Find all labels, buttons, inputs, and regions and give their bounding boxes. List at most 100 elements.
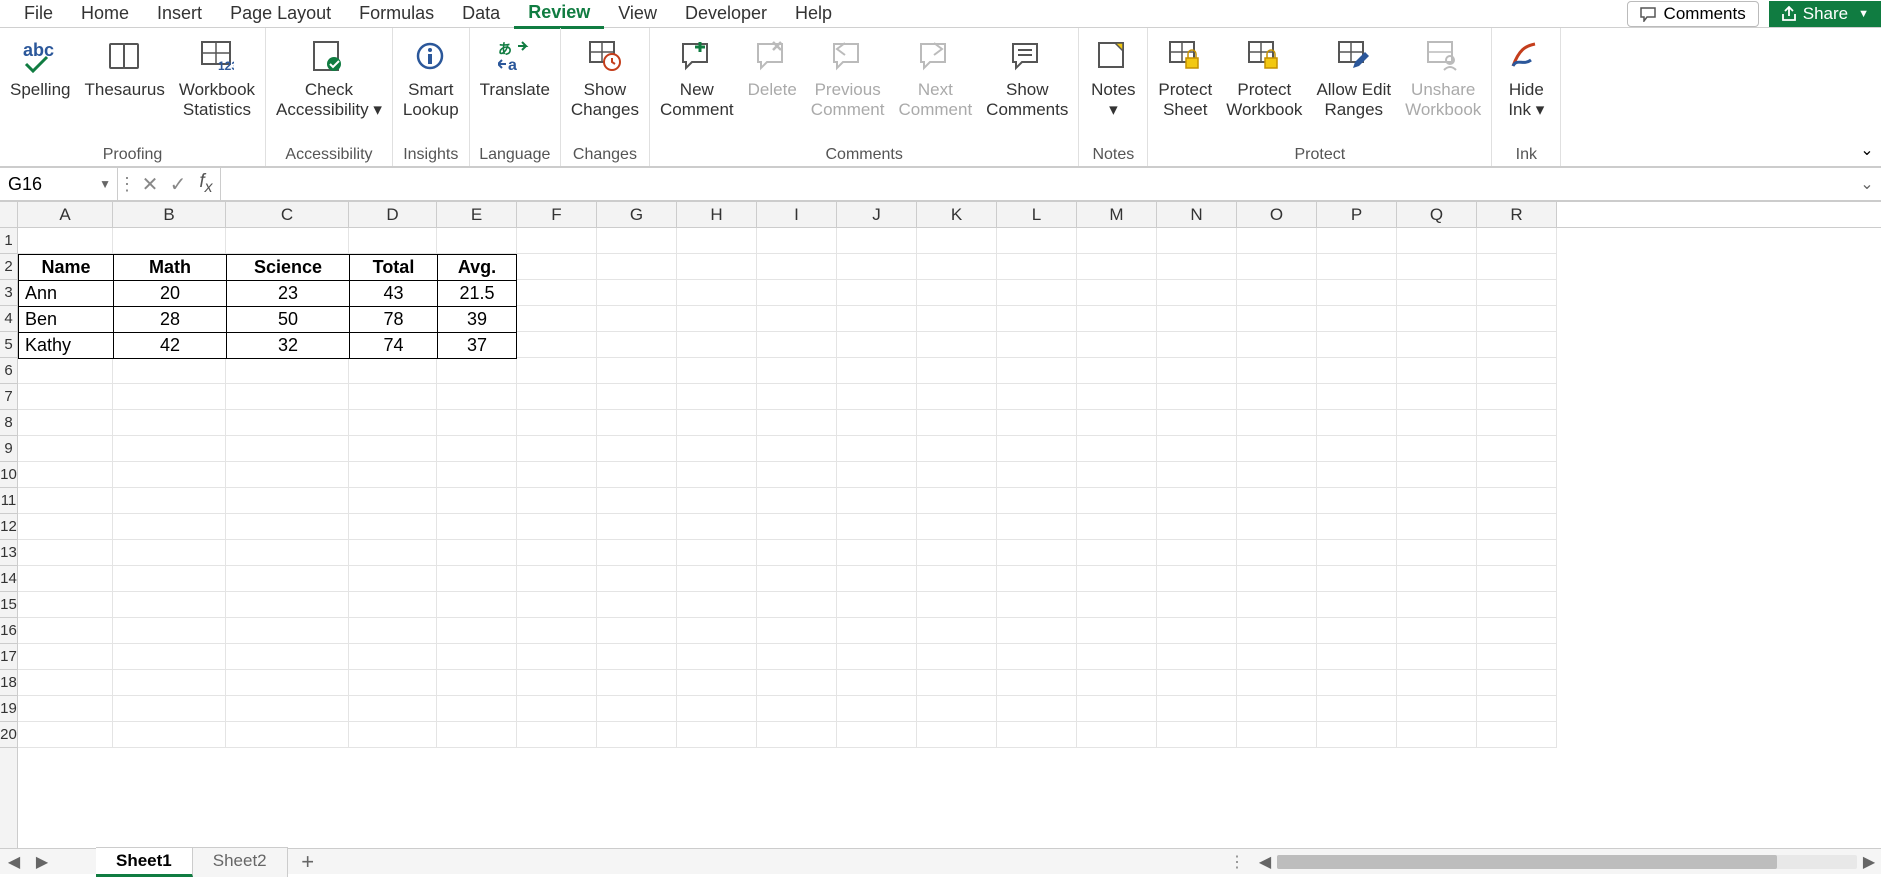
enter-formula-icon[interactable]: ✓ (164, 172, 192, 197)
cell-I17[interactable] (757, 644, 837, 670)
cell-P2[interactable] (1317, 254, 1397, 280)
row-header-11[interactable]: 11 (0, 488, 17, 514)
cell-E6[interactable] (437, 358, 517, 384)
cell-H16[interactable] (677, 618, 757, 644)
cell-C9[interactable] (226, 436, 349, 462)
cell-E11[interactable] (437, 488, 517, 514)
horizontal-scrollbar-thumb[interactable] (1277, 855, 1777, 869)
cell-J12[interactable] (837, 514, 917, 540)
cell-E18[interactable] (437, 670, 517, 696)
cell-R11[interactable] (1477, 488, 1557, 514)
menu-tab-data[interactable]: Data (448, 0, 514, 27)
hide-ink-button[interactable]: HideInk ▾ (1496, 34, 1556, 121)
cell-R4[interactable] (1477, 306, 1557, 332)
row-header-20[interactable]: 20 (0, 722, 17, 748)
cell-Q17[interactable] (1397, 644, 1477, 670)
cell-I3[interactable] (757, 280, 837, 306)
cell-E1[interactable] (437, 228, 517, 254)
cell-I10[interactable] (757, 462, 837, 488)
cell-J13[interactable] (837, 540, 917, 566)
cell-A13[interactable] (18, 540, 113, 566)
row-header-9[interactable]: 9 (0, 436, 17, 462)
cell-N4[interactable] (1157, 306, 1237, 332)
cell-L3[interactable] (997, 280, 1077, 306)
cell-O13[interactable] (1237, 540, 1317, 566)
cell-A11[interactable] (18, 488, 113, 514)
cell-K17[interactable] (917, 644, 997, 670)
cell-N11[interactable] (1157, 488, 1237, 514)
menu-tab-view[interactable]: View (604, 0, 671, 27)
cell-O5[interactable] (1237, 332, 1317, 358)
cell-P4[interactable] (1317, 306, 1397, 332)
cell-O2[interactable] (1237, 254, 1317, 280)
cell-I4[interactable] (757, 306, 837, 332)
sheet-nav-next[interactable]: ▶ (28, 852, 56, 872)
cell-P14[interactable] (1317, 566, 1397, 592)
thesaurus-button[interactable]: Thesaurus (79, 34, 171, 102)
menu-tab-developer[interactable]: Developer (671, 0, 781, 27)
cell-R8[interactable] (1477, 410, 1557, 436)
table-cell[interactable]: 43 (349, 280, 437, 307)
column-header-B[interactable]: B (113, 202, 226, 227)
cell-N16[interactable] (1157, 618, 1237, 644)
cell-K9[interactable] (917, 436, 997, 462)
cell-P8[interactable] (1317, 410, 1397, 436)
cell-D13[interactable] (349, 540, 437, 566)
cell-D17[interactable] (349, 644, 437, 670)
sheet-tab-sheet2[interactable]: Sheet2 (193, 847, 288, 877)
cell-G20[interactable] (597, 722, 677, 748)
cell-L19[interactable] (997, 696, 1077, 722)
name-box[interactable]: G16 ▼ (0, 168, 118, 200)
cell-H5[interactable] (677, 332, 757, 358)
cell-I12[interactable] (757, 514, 837, 540)
cell-Q18[interactable] (1397, 670, 1477, 696)
cell-B1[interactable] (113, 228, 226, 254)
column-header-F[interactable]: F (517, 202, 597, 227)
cell-K1[interactable] (917, 228, 997, 254)
column-header-J[interactable]: J (837, 202, 917, 227)
translate-button[interactable]: Translate (474, 34, 556, 102)
table-cell[interactable]: 50 (226, 306, 349, 333)
cell-B10[interactable] (113, 462, 226, 488)
cell-F4[interactable] (517, 306, 597, 332)
cell-E12[interactable] (437, 514, 517, 540)
cell-G2[interactable] (597, 254, 677, 280)
cell-A9[interactable] (18, 436, 113, 462)
cell-P16[interactable] (1317, 618, 1397, 644)
horizontal-scrollbar-track[interactable] (1277, 855, 1857, 869)
formula-input[interactable] (220, 168, 1853, 200)
sheet-tab-sheet1[interactable]: Sheet1 (96, 847, 193, 877)
cell-G15[interactable] (597, 592, 677, 618)
scroll-left-button[interactable]: ◀ (1253, 852, 1277, 872)
row-header-12[interactable]: 12 (0, 514, 17, 540)
cell-H2[interactable] (677, 254, 757, 280)
cell-D15[interactable] (349, 592, 437, 618)
cell-G19[interactable] (597, 696, 677, 722)
cell-P20[interactable] (1317, 722, 1397, 748)
cell-N6[interactable] (1157, 358, 1237, 384)
cell-G3[interactable] (597, 280, 677, 306)
cell-H15[interactable] (677, 592, 757, 618)
cell-M14[interactable] (1077, 566, 1157, 592)
cell-O11[interactable] (1237, 488, 1317, 514)
table-cell[interactable]: 32 (226, 332, 349, 359)
cell-M15[interactable] (1077, 592, 1157, 618)
cell-G4[interactable] (597, 306, 677, 332)
cell-O7[interactable] (1237, 384, 1317, 410)
check-accessibility-button[interactable]: CheckAccessibility ▾ (270, 34, 388, 121)
share-button[interactable]: Share▼ (1769, 1, 1881, 27)
cell-K5[interactable] (917, 332, 997, 358)
cell-B11[interactable] (113, 488, 226, 514)
cell-D12[interactable] (349, 514, 437, 540)
table-header-cell[interactable]: Math (113, 254, 226, 281)
column-header-K[interactable]: K (917, 202, 997, 227)
column-header-O[interactable]: O (1237, 202, 1317, 227)
cell-L13[interactable] (997, 540, 1077, 566)
cell-K6[interactable] (917, 358, 997, 384)
cell-R20[interactable] (1477, 722, 1557, 748)
workbook-stats-button[interactable]: WorkbookStatistics (173, 34, 261, 121)
cell-R2[interactable] (1477, 254, 1557, 280)
cell-H18[interactable] (677, 670, 757, 696)
cell-H17[interactable] (677, 644, 757, 670)
cell-L9[interactable] (997, 436, 1077, 462)
